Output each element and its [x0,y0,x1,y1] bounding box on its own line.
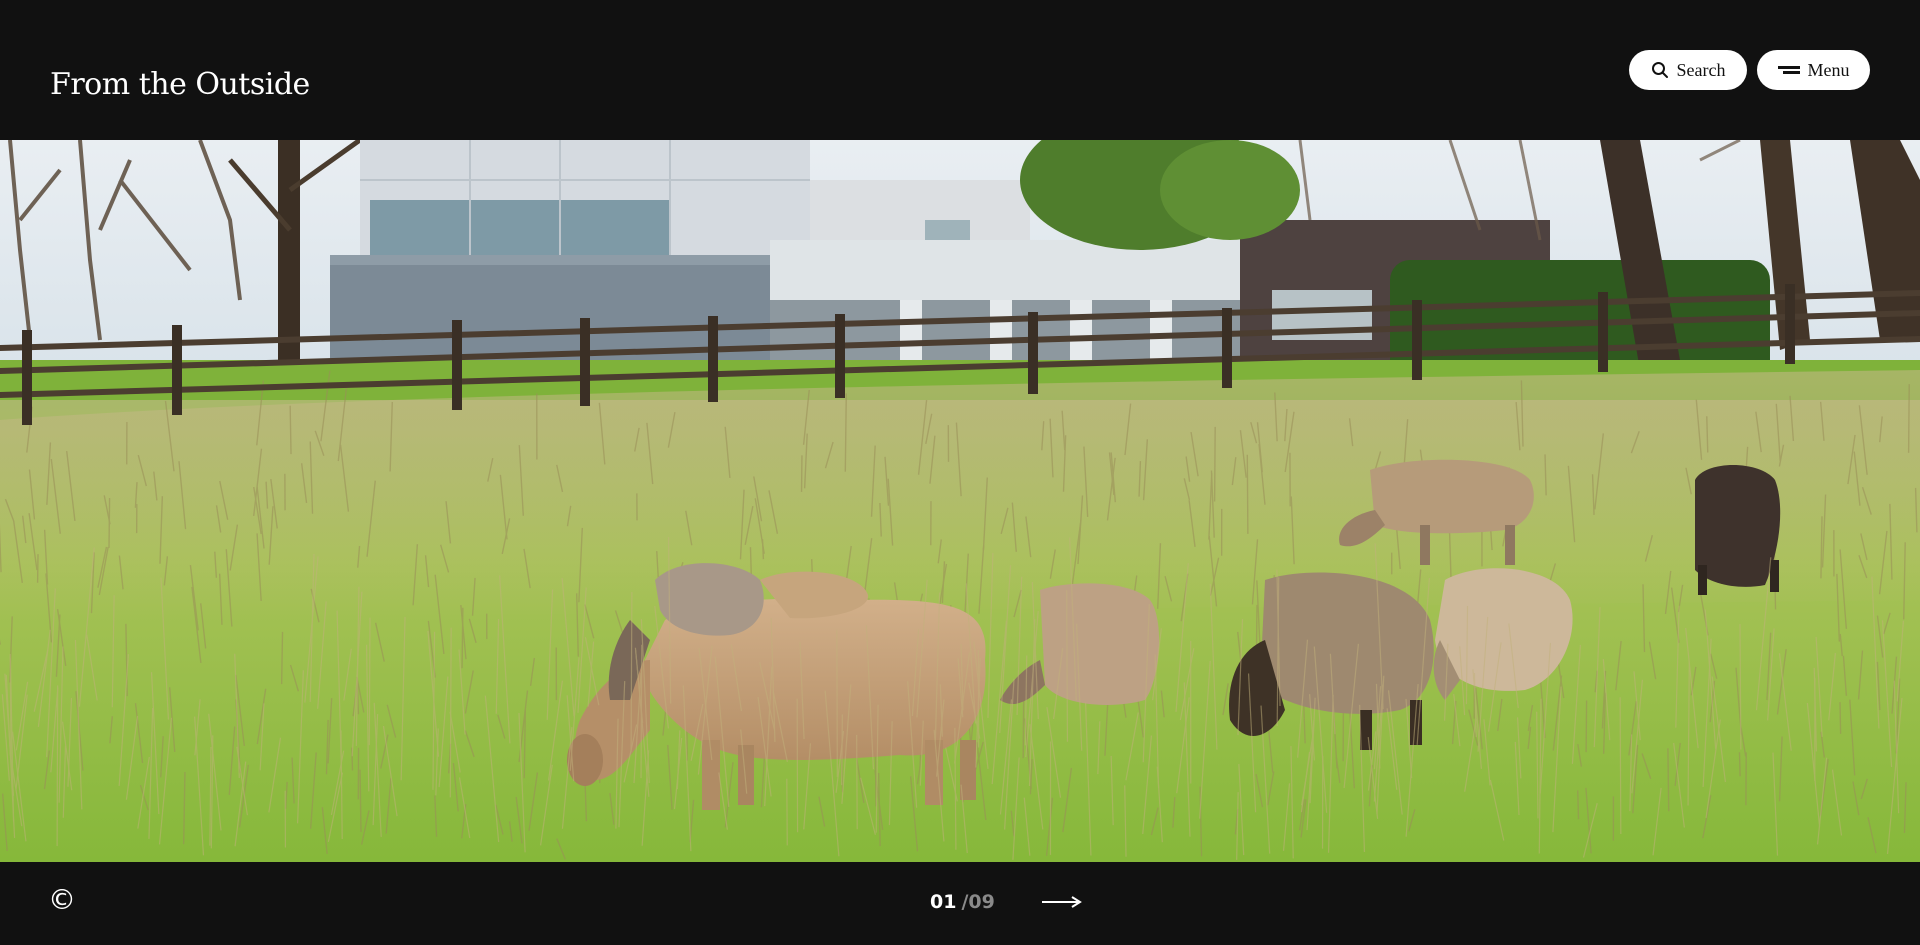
slide-total: /09 [961,891,995,913]
site-footer: © 01/09 [0,862,1920,945]
search-icon [1651,61,1669,79]
copyright-icon[interactable]: © [48,880,76,920]
site-title[interactable]: From the Outside [50,64,310,106]
slide-current: 01 [930,891,957,913]
next-slide-button[interactable] [1040,892,1084,912]
site-header: From the Outside Search Menu [0,0,1920,140]
menu-button[interactable]: Menu [1757,50,1870,90]
slide-counter: 01/09 [930,890,995,914]
search-button[interactable]: Search [1629,50,1747,90]
menu-label: Menu [1807,59,1850,80]
search-label: Search [1676,59,1726,80]
menu-icon [1777,63,1800,77]
hero-image [0,140,1920,862]
arrow-right-icon [1040,896,1084,916]
